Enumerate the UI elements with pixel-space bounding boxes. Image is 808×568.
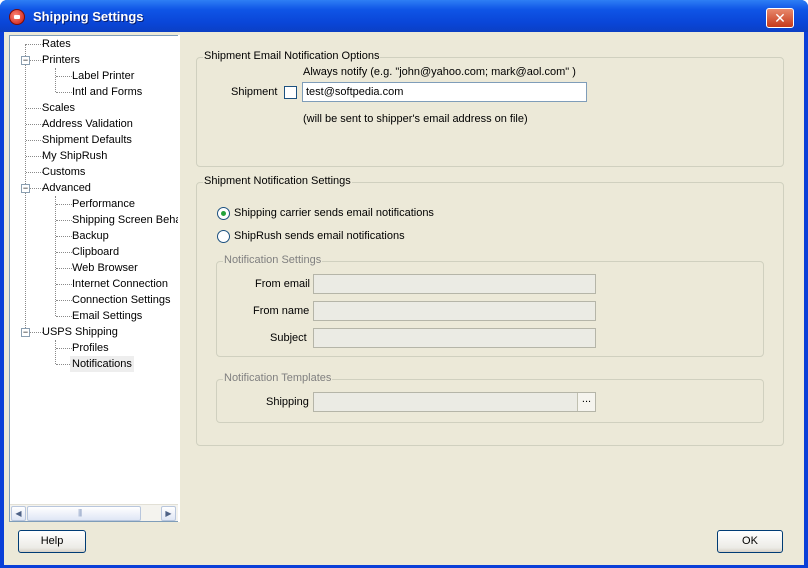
browse-template-button[interactable]: ... [577,393,595,411]
tree-connector [56,76,72,77]
tree-advanced-line [55,196,56,316]
from-name-input[interactable] [313,301,596,321]
shiprush-sends-radio[interactable] [217,230,230,243]
email-options-legend: Shipment Email Notification Options [203,50,381,62]
tree-connector [56,268,72,269]
ok-button[interactable]: OK [717,530,783,553]
tree-connector [56,236,72,237]
close-button[interactable]: ✕ [766,8,794,28]
tree-item-connection-settings[interactable]: Connection Settings [72,292,170,308]
tree-item-rates[interactable]: Rates [42,36,71,52]
tree-connector [56,284,72,285]
from-email-label: From email [255,278,311,290]
tree-item-clipboard[interactable]: Clipboard [72,244,119,260]
tree-printers-line [55,68,56,92]
app-icon [9,9,25,25]
tree-connector [56,92,72,93]
shipment-email-input[interactable]: test@softpedia.com [302,82,587,102]
advanced-collapse-toggle[interactable]: − [21,184,30,193]
tree-item-advanced[interactable]: Advanced [42,180,91,196]
shipping-template-field[interactable] [313,392,596,412]
tree-connector [26,172,43,173]
notification-settings-legend: Shipment Notification Settings [203,175,352,187]
tree-item-scales[interactable]: Scales [42,100,75,116]
shipping-template-label: Shipping [266,396,309,408]
shiprush-sends-label[interactable]: ShipRush sends email notifications [234,230,405,242]
carrier-sends-label[interactable]: Shipping carrier sends email notificatio… [234,207,434,219]
tree-connector [26,124,43,125]
tree-connector [26,140,43,141]
tree-connector [56,348,72,349]
notification-templates-legend: Notification Templates [223,372,333,384]
subject-input[interactable] [313,328,596,348]
scroll-thumb[interactable] [27,506,141,521]
email-notification-options-group: Shipment Email Notification Options Alwa… [196,50,784,167]
notification-settings-sublegend: Notification Settings [223,254,323,266]
carrier-sends-radio[interactable] [217,207,230,220]
tree-item-printers[interactable]: Printers [42,52,80,68]
notification-templates-subgroup: Notification Templates Shipping ... [216,372,764,423]
settings-content-panel: Shipment Email Notification Options Alwa… [178,35,804,522]
tree-item-profiles[interactable]: Profiles [72,340,109,356]
shipment-notify-checkbox[interactable] [284,86,297,99]
from-name-label: From name [253,305,310,317]
tree-item-shipping-screen-behavior[interactable]: Shipping Screen Behavior [72,212,178,228]
tree-item-notifications[interactable]: Notifications [70,356,134,372]
tree-connector [56,220,72,221]
shipper-email-note: (will be sent to shipper's email address… [303,113,528,125]
scroll-right-arrow-icon[interactable]: ▶ [161,506,176,521]
from-email-input[interactable] [313,274,596,294]
always-notify-label: Always notify (e.g. "john@yahoo.com; mar… [303,66,576,78]
tree-connector [56,252,72,253]
tree-connector [56,204,72,205]
tree-horizontal-scrollbar[interactable]: ◀ ▶ [10,504,178,521]
shipment-notification-settings-group: Shipment Notification Settings Shipping … [196,175,784,446]
subject-label: Subject [270,332,307,344]
tree-connector [56,300,72,301]
usps-collapse-toggle[interactable]: − [21,328,30,337]
dialog-client-area: − − − Rates Printers Label Printer Intl … [4,32,804,565]
tree-item-address-validation[interactable]: Address Validation [42,116,133,132]
tree-item-web-browser[interactable]: Web Browser [72,260,138,276]
tree-item-customs[interactable]: Customs [42,164,85,180]
tree-item-internet-connection[interactable]: Internet Connection [72,276,168,292]
title-bar[interactable]: Shipping Settings ✕ [0,0,808,32]
tree-connector [56,316,72,317]
tree-item-label-printer[interactable]: Label Printer [72,68,134,84]
settings-tree[interactable]: − − − Rates Printers Label Printer Intl … [9,35,179,522]
tree-item-backup[interactable]: Backup [72,228,109,244]
shipment-label: Shipment [231,86,278,98]
tree-item-email-settings[interactable]: Email Settings [72,308,142,324]
tree-usps-line [55,340,56,364]
tree-connector [26,108,43,109]
printers-collapse-toggle[interactable]: − [21,56,30,65]
tree-connector [26,44,43,45]
scroll-left-arrow-icon[interactable]: ◀ [11,506,26,521]
tree-item-usps-shipping[interactable]: USPS Shipping [42,324,118,340]
notification-settings-subgroup: Notification Settings From email From na… [216,254,764,357]
help-button[interactable]: Help [18,530,86,553]
tree-item-my-shiprush[interactable]: My ShipRush [42,148,107,164]
tree-item-shipment-defaults[interactable]: Shipment Defaults [42,132,132,148]
tree-item-intl-and-forms[interactable]: Intl and Forms [72,84,142,100]
tree-connector [26,156,43,157]
tree-item-performance[interactable]: Performance [72,196,135,212]
shipping-settings-window: Shipping Settings ✕ − − − Rates Printers… [0,0,808,568]
window-title: Shipping Settings [33,9,144,24]
